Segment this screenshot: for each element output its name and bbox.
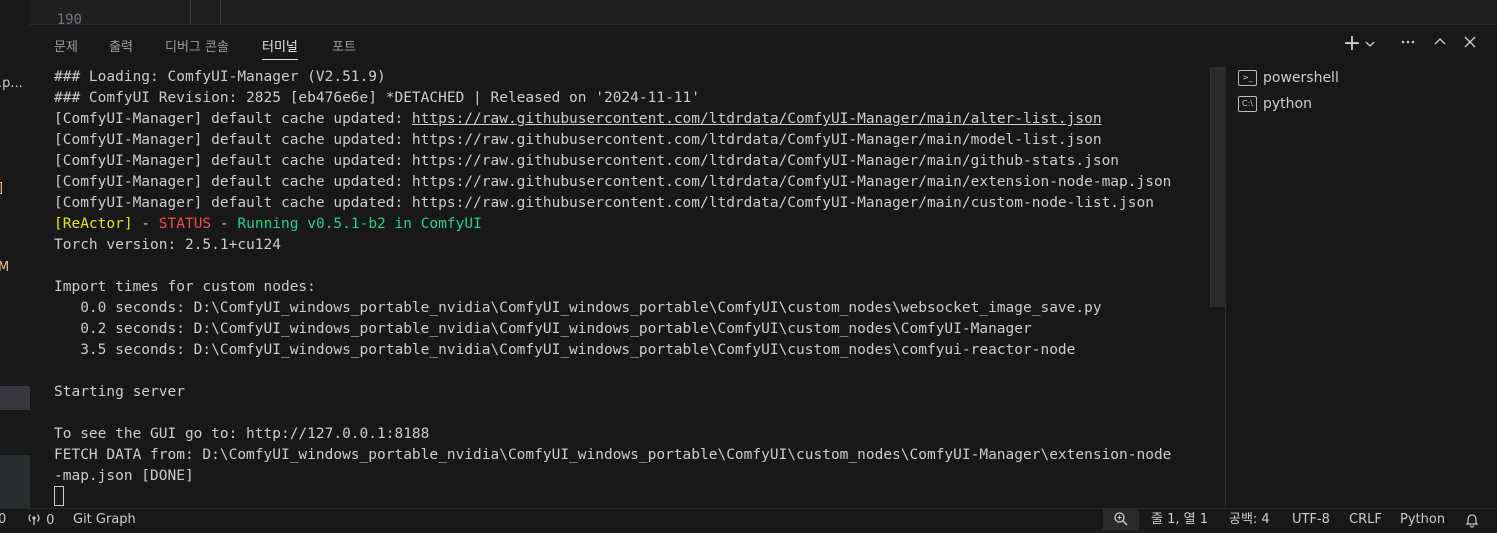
chevron-up-icon[interactable] (1430, 33, 1450, 55)
plus-icon[interactable]: + (1342, 33, 1362, 55)
terminal-line: [ComfyUI-Manager] default cache updated:… (54, 132, 1102, 148)
terminal-line: 3.5 seconds: D:\ComfyUI_windows_portable… (54, 342, 1076, 358)
scrollbar-thumb[interactable] (1210, 67, 1225, 307)
language-mode[interactable]: Python (1400, 512, 1445, 528)
explorer-sidebar-edge: .p... ] M (0, 0, 31, 508)
terminal-icon: C:\ (1238, 96, 1257, 112)
tab-output[interactable]: 출력 (109, 36, 133, 55)
problems-count[interactable]: 0 (0, 512, 6, 528)
terminal-output[interactable]: ### Loading: ComfyUI-Manager (V2.51.9) #… (54, 67, 1214, 509)
terminal-list-item-powershell[interactable]: >_ powershell (1238, 67, 1339, 89)
bell-icon[interactable] (1464, 512, 1480, 528)
tab-terminal[interactable]: 터미널 (262, 36, 298, 60)
file-name-fragment[interactable]: .p... (0, 76, 23, 91)
terminal-line: Starting server (54, 384, 185, 400)
terminal-line: [ComfyUI-Manager] default cache updated:… (54, 195, 1154, 211)
terminal-line: FETCH DATA from: D:\ComfyUI_windows_port… (54, 447, 1172, 463)
terminal-prompt-line (54, 486, 1214, 508)
terminal-line: [ComfyUI-Manager] default cache updated:… (54, 153, 1120, 169)
end-of-line[interactable]: CRLF (1349, 512, 1382, 528)
terminal-line: [ReActor] - STATUS - Running v0.5.1-b2 i… (54, 216, 482, 232)
terminal-line: Torch version: 2.5.1+cu124 (54, 237, 281, 253)
terminal-list: >_ powershell C:\ python (1225, 67, 1497, 509)
editor-area[interactable]: 190 folder_paths.set_temp_directory(temp… (30, 0, 1497, 24)
encoding[interactable]: UTF-8 (1292, 512, 1330, 528)
indentation[interactable]: 공백: 4 (1229, 512, 1270, 528)
editor-line: 190 folder_paths.set_temp_directory(temp… (30, 0, 82, 24)
close-icon[interactable] (1460, 33, 1480, 55)
panel-tab-bar: 문제 출력 디버그 콘솔 터미널 포트 + (30, 25, 1497, 65)
tab-debug-console[interactable]: 디버그 콘솔 (165, 36, 229, 55)
chevron-down-icon[interactable] (1363, 33, 1377, 55)
status-bar: 0 0 Git Graph 줄 1, 열 1 공백: 4 UTF-8 CRLF … (0, 508, 1497, 530)
editor-line: 191 (30, 16, 64, 24)
selected-file-row[interactable] (0, 386, 30, 410)
ports-indicator[interactable]: 0 (26, 512, 54, 528)
git-graph-button[interactable]: Git Graph (73, 512, 136, 528)
hovered-file-row[interactable] (0, 455, 30, 508)
bottom-panel: 문제 출력 디버그 콘솔 터미널 포트 + ### Loading: Comfy… (30, 24, 1497, 509)
tab-problems[interactable]: 문제 (54, 36, 78, 55)
powershell-icon: >_ (1238, 70, 1257, 86)
zoom-icon[interactable] (1103, 509, 1139, 530)
terminal-line: 0.0 seconds: D:\ComfyUI_windows_portable… (54, 300, 1102, 316)
terminal-link[interactable]: https://raw.githubusercontent.com/ltdrda… (412, 111, 1102, 127)
terminal-cursor (54, 486, 64, 506)
cursor-position[interactable]: 줄 1, 열 1 (1151, 512, 1208, 528)
ellipsis-icon[interactable] (1398, 33, 1418, 55)
terminal-line: ### ComfyUI Revision: 2825 [eb476e6e] *D… (54, 90, 701, 106)
terminal-line: [ComfyUI-Manager] default cache updated:… (54, 111, 1102, 127)
terminal-scrollbar[interactable] (1210, 67, 1225, 509)
modified-marker-fragment: M (0, 260, 9, 275)
file-marker-fragment: ] (0, 181, 3, 196)
terminal-line: Import times for custom nodes: (54, 279, 316, 295)
broadcast-icon (28, 514, 40, 525)
terminal-line: -map.json [DONE] (54, 468, 194, 484)
terminal-line: 0.2 seconds: D:\ComfyUI_windows_portable… (54, 321, 1032, 337)
terminal-list-item-python[interactable]: C:\ python (1238, 93, 1312, 115)
terminal-line: [ComfyUI-Manager] default cache updated:… (54, 174, 1172, 190)
tab-ports[interactable]: 포트 (332, 36, 356, 55)
terminal-line: ### Loading: ComfyUI-Manager (V2.51.9) (54, 69, 386, 85)
terminal-line: To see the GUI go to: http://127.0.0.1:8… (54, 426, 430, 442)
